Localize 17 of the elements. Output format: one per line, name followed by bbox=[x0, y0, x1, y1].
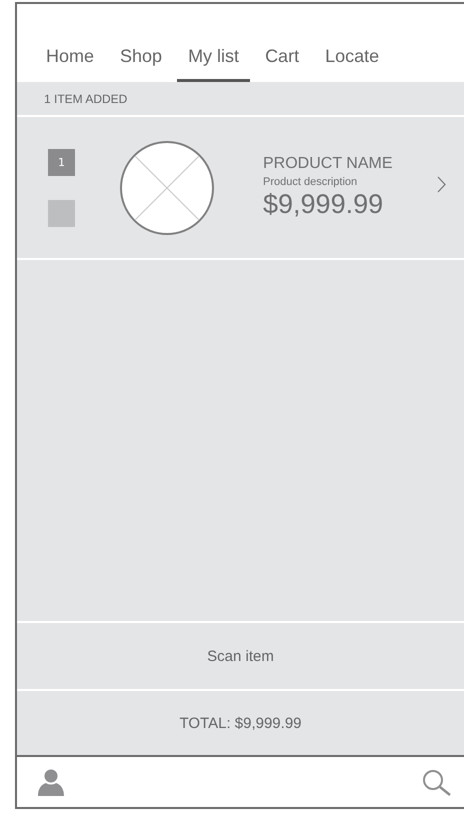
quantity-badge: 1 bbox=[48, 148, 75, 176]
nav-tab[interactable]: Locate bbox=[314, 46, 390, 82]
user-icon[interactable] bbox=[38, 768, 64, 796]
list-item[interactable]: 1 PRODUCT NAME Product description $9,999.99 bbox=[17, 117, 464, 260]
product-name: PRODUCT NAME bbox=[263, 155, 392, 173]
nav-tab[interactable]: Cart bbox=[254, 46, 310, 82]
nav-tab[interactable]: My list bbox=[177, 46, 250, 82]
product-description: Product description bbox=[263, 176, 358, 188]
chevron-right-icon[interactable] bbox=[437, 176, 446, 193]
nav-tab[interactable]: Shop bbox=[109, 46, 174, 82]
image-placeholder-icon bbox=[119, 140, 215, 236]
search-icon[interactable] bbox=[422, 768, 452, 796]
scan-item-button[interactable]: Scan item bbox=[17, 623, 464, 691]
nav-tab[interactable]: Home bbox=[35, 46, 106, 82]
checkbox[interactable] bbox=[48, 200, 75, 226]
list-header: 1 ITEM ADDED bbox=[17, 82, 464, 117]
product-price: $9,999.99 bbox=[263, 189, 384, 220]
